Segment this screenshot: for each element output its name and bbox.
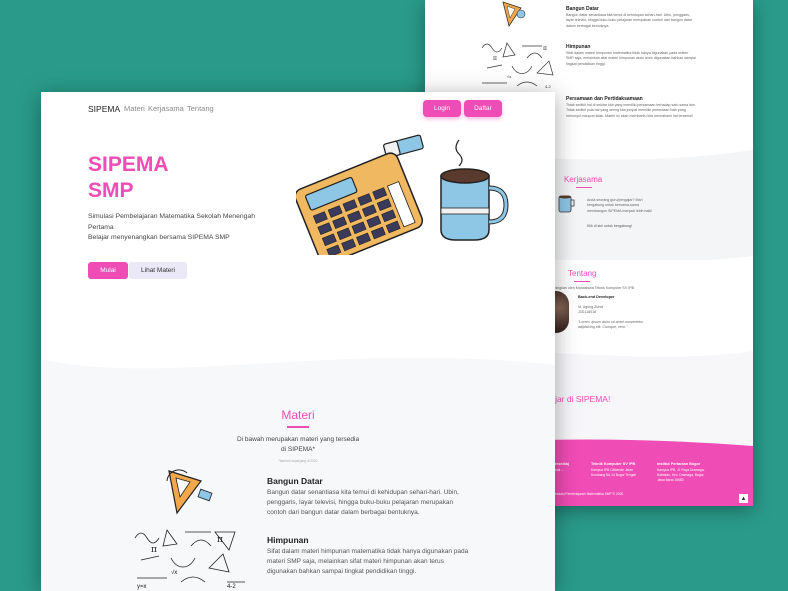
svg-text:π: π	[217, 535, 223, 545]
lihat-materi-button[interactable]: Lihat Materi	[129, 262, 187, 279]
footer-col-line: Kumbang No.14 Bogor Tengah	[591, 473, 637, 477]
navbar: SIPEMA Materi Kerjasama Tentang Login Da…	[41, 92, 555, 128]
footer-col-title: Teknik Komputer SV IPB	[591, 462, 636, 466]
svg-text:4-2: 4-2	[227, 584, 236, 590]
materi-desc-line: Di bawah merupakan materi yang tersedia	[236, 436, 360, 443]
hero-subtitle: Simulasi Pembelajaran Matematika Sekolah…	[88, 212, 263, 244]
wave-divider	[41, 357, 555, 387]
developer-quote: "Lorem, ipsum dolor sit amet consectetur…	[578, 320, 644, 330]
hero-title-line: SIPEMA	[88, 153, 169, 176]
daftar-button[interactable]: Daftar	[464, 100, 502, 117]
title-underline	[287, 426, 309, 428]
materi-title: Materi	[281, 408, 315, 422]
developer-nim: J3D118018	[578, 310, 597, 314]
math-doodle-illustration: π π √x 4-2 y=x	[134, 529, 245, 590]
footer-col-line: Jawa Barat 16680	[657, 478, 684, 482]
materi-item-text: Bangun datar senantiasa kita temui di ke…	[267, 489, 459, 516]
mug-icon	[558, 195, 575, 213]
materi-item-title: Himpunan	[267, 535, 309, 545]
svg-text:√x: √x	[507, 74, 511, 79]
svg-text:y=x: y=x	[137, 584, 147, 590]
main-page: SIPEMA Materi Kerjasama Tentang Login Da…	[41, 92, 555, 591]
math-doodle-illustration: π π √x 4-2	[481, 42, 554, 89]
svg-text:π: π	[151, 545, 157, 555]
compass-illustration	[166, 469, 213, 515]
footer-col-title: Institut Pertanian Bogor	[657, 462, 701, 466]
nav-link-materi[interactable]: Materi	[124, 104, 145, 113]
kerjasama-title: Kerjasama	[564, 175, 603, 184]
scroll-top-button[interactable]: ▲	[739, 494, 748, 503]
hero-subtitle-line: Belajar menyenangkan bersama SIPEMA SMP	[88, 234, 230, 241]
mulai-button[interactable]: Mulai	[88, 262, 128, 279]
hero-title-line: SMP	[88, 179, 134, 202]
kerjasama-text: Anda seorang guru/pengajar? Mari bergabu…	[587, 198, 653, 213]
title-underline	[576, 187, 592, 188]
compass-illustration	[502, 1, 526, 27]
materi-item-text: Sifat dalam materi himpunan matematika t…	[267, 548, 469, 575]
nav-link-tentang[interactable]: Tentang	[187, 104, 214, 113]
back-item-text: Sifat dalam materi himpunan matematika t…	[566, 51, 696, 66]
materi-item-title: Bangun Datar	[267, 476, 323, 486]
materi-desc: Di bawah merupakan materi yang tersedia …	[41, 435, 555, 455]
tentang-title: Tentang	[568, 269, 597, 278]
title-underline	[574, 281, 590, 282]
copyright: Simulasi Pembelajaran Matematika SMP © 2…	[552, 492, 624, 496]
login-button[interactable]: Login	[423, 100, 461, 117]
kerjasama-link[interactable]: Klik di sini untuk bergabung!	[587, 224, 667, 229]
materi-desc-line: di SIPEMA*	[281, 446, 315, 453]
back-item-title: Himpunan	[566, 44, 591, 50]
back-item-title: Persamaan dan Pertidaksamaan	[566, 96, 643, 102]
svg-text:4-2: 4-2	[545, 84, 552, 89]
back-item-title: Bangun Datar	[566, 6, 599, 12]
back-item-text: Tidak sedikit hal di sekitar kita yang m…	[566, 103, 696, 118]
tentang-text: Dikembangkan oleh Mahasiswa Teknik Kompu…	[543, 286, 635, 290]
svg-text:π: π	[543, 45, 547, 52]
nav-link-kerjasama[interactable]: Kerjasama	[148, 104, 184, 113]
hero-subtitle-line: Simulasi Pembelajaran Matematika Sekolah…	[88, 213, 255, 231]
brand-logo[interactable]: SIPEMA	[88, 104, 120, 114]
calculator-mug-illustration	[296, 134, 509, 255]
svg-text:√x: √x	[171, 569, 177, 576]
hero-title: SIPEMA SMP	[88, 152, 169, 204]
svg-text:π: π	[493, 55, 497, 62]
back-item-text: Bangun datar senantiasa kita temui di ke…	[566, 13, 693, 28]
materi-note: *tambah sepanjang di 2020	[278, 459, 318, 463]
developer-role: Back-end Developer	[578, 295, 615, 299]
